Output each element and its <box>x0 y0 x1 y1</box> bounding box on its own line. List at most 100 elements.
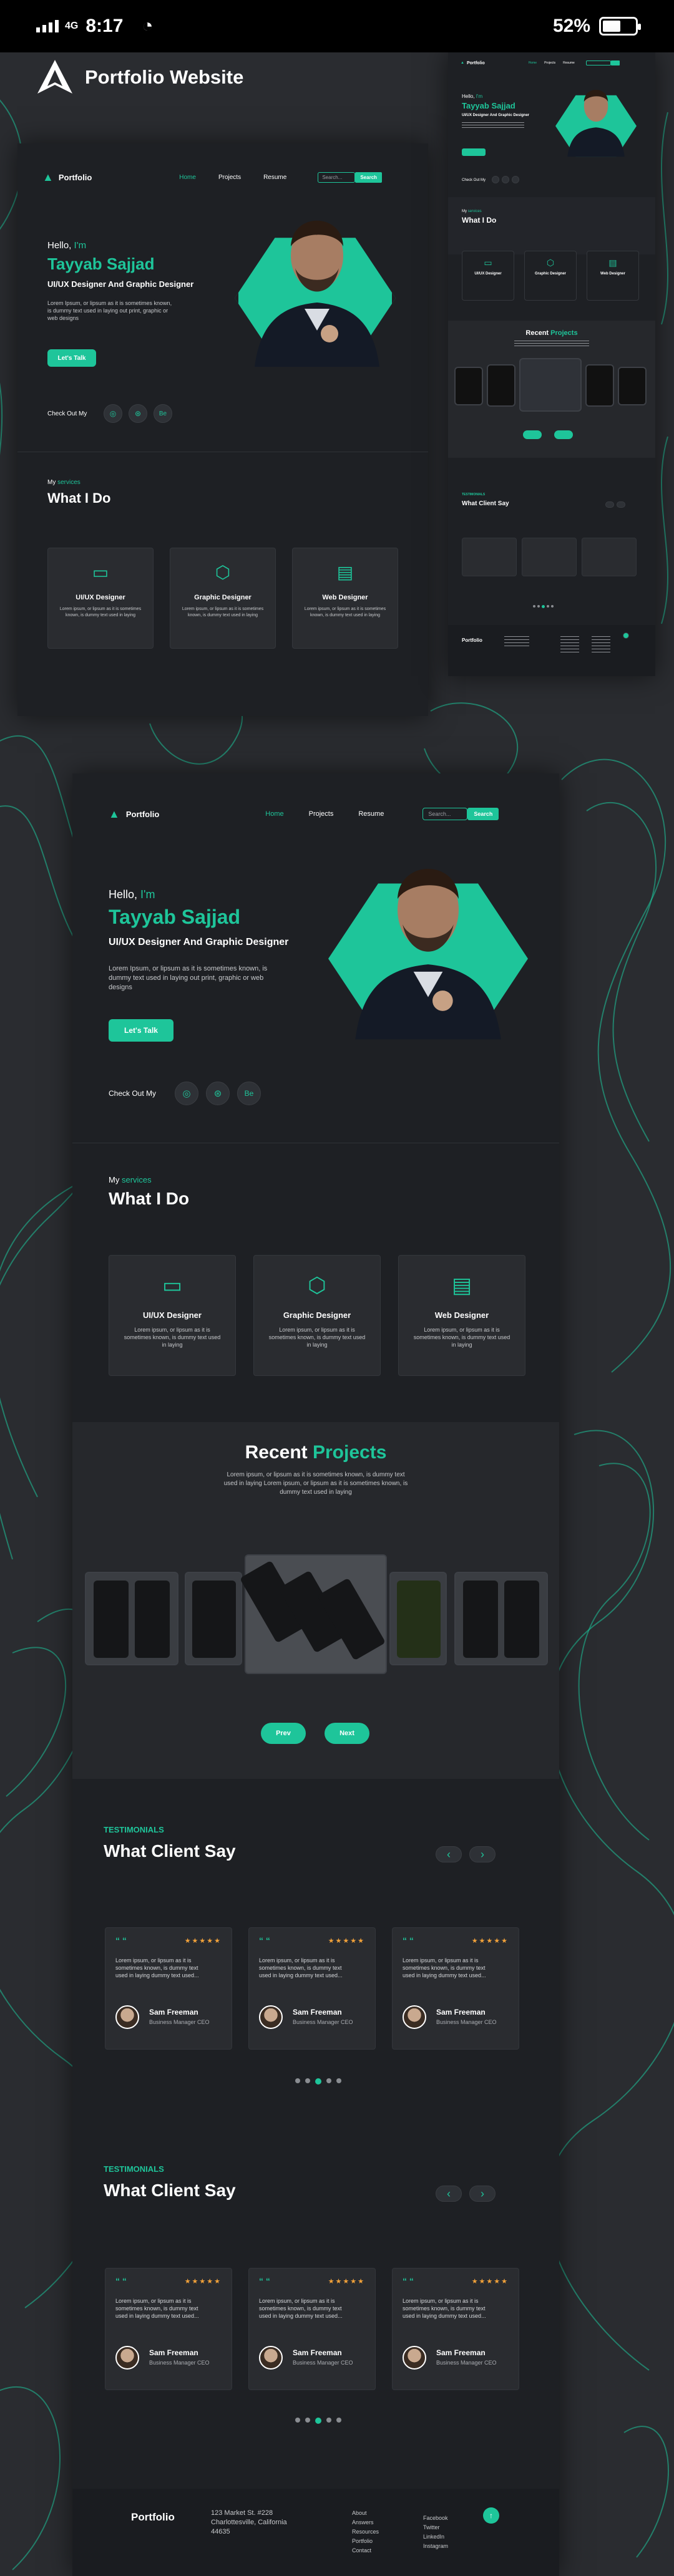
service-card-uiux[interactable]: ▭ UI/UX Designer <box>462 251 514 301</box>
nav-home[interactable]: Home <box>179 174 196 181</box>
footer-link[interactable]: Instagram <box>423 2542 448 2551</box>
testimonial-card <box>582 538 637 576</box>
search-input[interactable]: Search... <box>422 808 468 820</box>
client-name: Sam Freeman <box>293 2008 342 2017</box>
client-role: Business Manager CEO <box>293 2360 353 2366</box>
testimonial-prev-button[interactable] <box>605 501 614 508</box>
back-to-top-button[interactable]: ↑ <box>483 2507 499 2524</box>
search-button[interactable] <box>610 61 620 65</box>
service-card-web[interactable]: ▤ Web Designer <box>587 251 639 301</box>
project-thumb[interactable] <box>454 1572 548 1665</box>
next-button[interactable] <box>554 430 573 439</box>
testimonial-prev-button[interactable]: ‹ <box>436 2186 462 2202</box>
footer-link[interactable]: LinkedIn <box>423 2532 448 2542</box>
footer-link[interactable]: Twitter <box>423 2523 448 2532</box>
navbar: ▲ Portfolio Home Projects Resume <box>461 59 648 67</box>
quote-icon: “ “ <box>259 1935 270 1945</box>
quote-icon: “ “ <box>115 2276 127 2286</box>
behance-icon[interactable]: Be <box>154 404 172 423</box>
behance-icon[interactable] <box>512 176 519 183</box>
service-card-graphic[interactable]: ⬡ Graphic Designer Lorem ipsum, or lipsu… <box>253 1255 381 1376</box>
screenshot-canvas: 4G 8:17 ◔ 52% Portfolio Website ▲ Portfo… <box>0 0 674 2576</box>
service-card-uiux[interactable]: ▭ UI/UX Designer Lorem ipsum, or lipsum … <box>109 1255 236 1376</box>
nav-resume[interactable]: Resume <box>563 61 575 65</box>
search-input[interactable] <box>585 61 611 65</box>
search-input[interactable]: Search... <box>318 172 356 183</box>
logo-icon: ▲ <box>109 807 120 820</box>
project-thumb[interactable] <box>389 1572 447 1665</box>
testimonial-next-button[interactable]: › <box>469 1846 496 1862</box>
project-thumb[interactable] <box>487 364 515 407</box>
nav-projects[interactable]: Projects <box>309 810 334 818</box>
brand-name[interactable]: Portfolio <box>126 810 159 819</box>
testimonial-pagination[interactable] <box>295 2418 341 2424</box>
brand-name[interactable]: Portfolio <box>467 61 485 65</box>
footer-link[interactable]: Resources <box>352 2527 379 2537</box>
nav-resume[interactable]: Resume <box>358 810 384 818</box>
battery-percent: 52% <box>552 16 590 36</box>
service-card-graphic[interactable]: ⬡ Graphic Designer <box>524 251 577 301</box>
footer-link[interactable]: Facebook <box>423 2514 448 2523</box>
testimonial-pagination[interactable] <box>533 605 554 608</box>
search-button[interactable]: Search <box>355 172 383 183</box>
lets-talk-button[interactable] <box>462 148 486 156</box>
project-thumb[interactable] <box>618 367 647 405</box>
cube-icon: ⬡ <box>215 563 231 582</box>
project-thumb-active[interactable] <box>239 1554 387 1674</box>
footer-link[interactable]: Contact <box>352 2546 379 2555</box>
dribbble-icon[interactable]: ⊛ <box>129 404 147 423</box>
projects-section: Recent Projects Lorem ipsum, or lipsum a… <box>72 1422 559 1779</box>
project-thumb[interactable] <box>454 367 483 405</box>
testimonial-next-button[interactable]: › <box>469 2186 496 2202</box>
testimonial-prev-button[interactable]: ‹ <box>436 1846 462 1862</box>
hero-name: Tayyab Sajjad <box>47 254 155 273</box>
lets-talk-button[interactable]: Let's Talk <box>109 1019 173 1042</box>
dribbble-icon[interactable] <box>502 176 509 183</box>
sync-icon: ◔ <box>142 16 154 36</box>
footer-link[interactable]: Answers <box>352 2518 379 2527</box>
service-card-graphic[interactable]: ⬡ Graphic Designer Lorem ipsum, or lipsu… <box>170 548 276 649</box>
testimonials-title: What Client Say <box>104 1841 236 1861</box>
nav-home[interactable]: Home <box>529 61 537 65</box>
nav-home[interactable]: Home <box>265 810 283 818</box>
footer-link[interactable]: Portfolio <box>352 2537 379 2546</box>
testimonial-next-button[interactable] <box>617 501 625 508</box>
battery-icon <box>599 17 641 36</box>
behance-icon[interactable]: Be <box>237 1082 261 1105</box>
service-desc: Lorem ipsum, or lipsum as it is sometime… <box>304 607 386 617</box>
instagram-icon[interactable] <box>492 176 499 183</box>
project-thumb[interactable] <box>185 1572 242 1665</box>
lets-talk-button[interactable]: Let's Talk <box>47 349 96 367</box>
testimonial-pagination[interactable] <box>295 2078 341 2085</box>
service-card-web[interactable]: ▤ Web Designer Lorem ipsum, or lipsum as… <box>398 1255 525 1376</box>
nav-projects[interactable]: Projects <box>544 61 555 65</box>
instagram-icon[interactable]: ◎ <box>104 404 122 423</box>
hero-role: UI/UX Designer And Graphic Designer <box>47 279 194 289</box>
social-label: Check Out My <box>109 1089 157 1098</box>
quote-icon: “ “ <box>115 1935 127 1945</box>
nav-resume[interactable]: Resume <box>263 174 286 181</box>
service-card-web[interactable]: ▤ Web Designer Lorem ipsum, or lipsum as… <box>292 548 398 649</box>
prev-button[interactable]: Prev <box>261 1723 306 1744</box>
testimonial-card: “ “ ★★★★★ Lorem ipsum, or lipsum as it i… <box>105 1927 232 2050</box>
prev-button[interactable] <box>523 430 542 439</box>
client-name: Sam Freeman <box>149 2008 198 2017</box>
avatar <box>403 2005 426 2029</box>
brand-name[interactable]: Portfolio <box>59 173 92 182</box>
footer-link[interactable]: About <box>352 2509 379 2518</box>
footer-links-social: Facebook Twitter LinkedIn Instagram <box>423 2514 448 2551</box>
rating-stars: ★★★★★ <box>184 1937 222 1945</box>
hero-intro: Lorem Ipsum, or lipsum as it is sometime… <box>109 965 268 991</box>
next-button[interactable]: Next <box>325 1723 369 1744</box>
project-thumb[interactable] <box>85 1572 178 1665</box>
search-button[interactable]: Search <box>467 808 499 820</box>
nav-projects[interactable]: Projects <box>218 174 241 181</box>
navbar: ▲ Portfolio Home Projects Resume Search.… <box>42 170 404 185</box>
instagram-icon[interactable]: ◎ <box>175 1082 198 1105</box>
project-thumb[interactable] <box>585 364 614 407</box>
back-to-top-button[interactable] <box>623 632 629 639</box>
services-title: What I Do <box>109 1189 190 1208</box>
dribbble-icon[interactable]: ⊛ <box>206 1082 230 1105</box>
service-card-uiux[interactable]: ▭ UI/UX Designer Lorem ipsum, or lipsum … <box>47 548 154 649</box>
project-thumb-active[interactable] <box>519 358 582 412</box>
